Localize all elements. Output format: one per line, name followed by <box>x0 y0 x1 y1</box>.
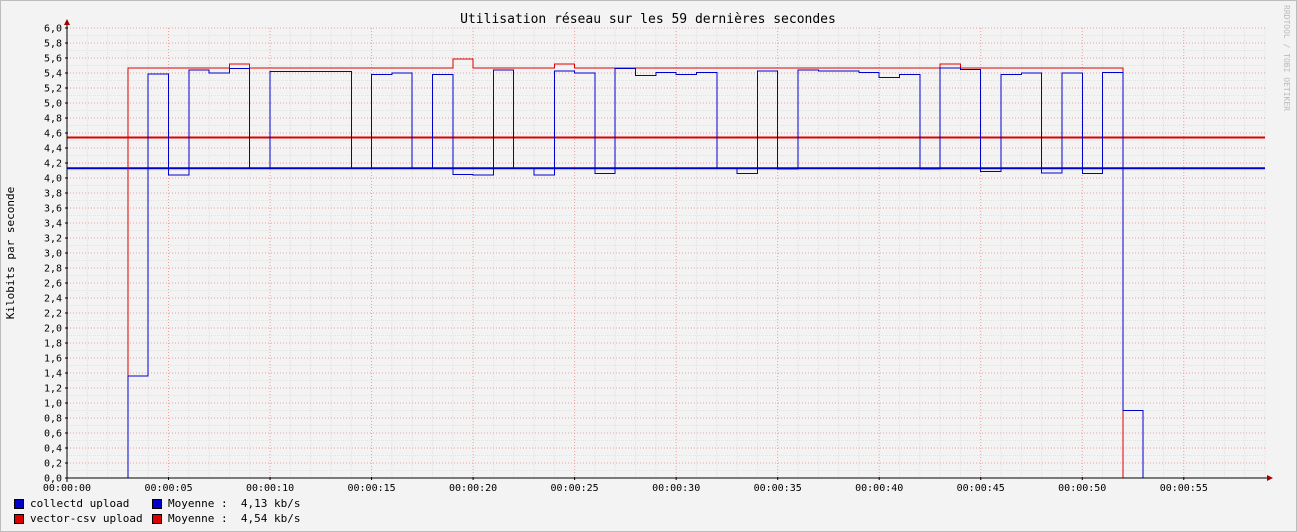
y-tick-label: 1,8 <box>44 339 62 350</box>
rrdtool-watermark: RRDTOOL / TOBI OETIKER <box>1282 5 1291 111</box>
x-axis-arrow <box>1267 475 1273 481</box>
legend-row-collectd: collectd upload Moyenne : 4,13 kb/s <box>14 496 300 511</box>
legend-swatch-collectd <box>14 499 24 509</box>
legend-avg-swatch-collectd <box>152 499 162 509</box>
series-line-vector-csv-upload <box>67 58 1265 479</box>
axes <box>64 19 1273 482</box>
average-lines <box>67 136 1265 170</box>
y-tick-label: 5,2 <box>44 84 62 95</box>
x-tick-label: 00:00:40 <box>855 483 903 494</box>
legend-label-vector-csv: vector-csv upload <box>30 512 143 525</box>
series-line-collectd-upload <box>67 67 1265 479</box>
y-tick-label: 3,6 <box>44 204 62 215</box>
grid <box>67 27 1266 478</box>
x-tick-label: 00:00:20 <box>449 483 497 494</box>
y-tick-label: 0,2 <box>44 459 62 470</box>
legend-avg-swatch-vector-csv <box>152 514 162 524</box>
y-tick-label: 0,4 <box>44 444 62 455</box>
y-tick-label: 2,2 <box>44 309 62 320</box>
x-tick-label: 00:00:15 <box>347 483 395 494</box>
y-tick-label: 1,2 <box>44 384 62 395</box>
y-tick-label: 5,6 <box>44 54 62 65</box>
legend: collectd upload Moyenne : 4,13 kb/s vect… <box>14 496 300 526</box>
y-tick-label: 6,0 <box>44 24 62 35</box>
y-tick-label: 2,4 <box>44 294 62 305</box>
y-tick-labels: 0,00,20,40,60,81,01,21,41,61,82,02,22,42… <box>44 24 62 485</box>
y-tick-label: 5,8 <box>44 39 62 50</box>
y-axis-arrow <box>64 19 70 25</box>
chart-canvas: 0,00,20,40,60,81,01,21,41,61,82,02,22,42… <box>4 5 1291 494</box>
y-tick-label: 2,0 <box>44 324 62 335</box>
y-tick-label: 3,8 <box>44 189 62 200</box>
x-tick-label: 00:00:45 <box>957 483 1005 494</box>
y-tick-label: 4,8 <box>44 114 62 125</box>
y-tick-label: 5,4 <box>44 69 62 80</box>
x-tick-label: 00:00:50 <box>1058 483 1106 494</box>
x-tick-label: 00:00:35 <box>754 483 802 494</box>
y-tick-label: 4,0 <box>44 174 62 185</box>
x-tick-label: 00:00:00 <box>43 483 91 494</box>
y-tick-label: 2,8 <box>44 264 62 275</box>
y-tick-label: 4,4 <box>44 144 62 155</box>
y-tick-label: 4,2 <box>44 159 62 170</box>
y-tick-label: 1,4 <box>44 369 62 380</box>
y-tick-label: 4,6 <box>44 129 62 140</box>
legend-row-vector-csv: vector-csv upload Moyenne : 4,54 kb/s <box>14 511 300 526</box>
y-tick-label: 0,6 <box>44 429 62 440</box>
y-tick-label: 0,8 <box>44 414 62 425</box>
y-axis-label: Kilobits par seconde <box>4 187 17 319</box>
x-tick-label: 00:00:05 <box>144 483 192 494</box>
x-tick-label: 00:00:10 <box>246 483 294 494</box>
legend-swatch-vector-csv <box>14 514 24 524</box>
y-tick-label: 3,2 <box>44 234 62 245</box>
x-tick-label: 00:00:55 <box>1160 483 1208 494</box>
chart-title: Utilisation réseau sur les 59 dernières … <box>460 12 836 27</box>
x-tick-label: 00:00:30 <box>652 483 700 494</box>
legend-average-vector-csv: Moyenne : 4,54 kb/s <box>168 512 301 525</box>
series-lines <box>67 58 1265 479</box>
y-tick-label: 2,6 <box>44 279 62 290</box>
y-tick-label: 1,6 <box>44 354 62 365</box>
y-tick-label: 3,4 <box>44 219 62 230</box>
x-tick-labels: 00:00:00 00:00:05 00:00:10 00:00:15 00:00:20… <box>43 483 1208 494</box>
legend-average-collectd: Moyenne : 4,13 kb/s <box>168 497 301 510</box>
y-tick-label: 5,0 <box>44 99 62 110</box>
y-tick-label: 3,0 <box>44 249 62 260</box>
legend-label-collectd: collectd upload <box>30 497 130 510</box>
x-tick-label: 00:00:25 <box>551 483 599 494</box>
y-tick-label: 1,0 <box>44 399 62 410</box>
